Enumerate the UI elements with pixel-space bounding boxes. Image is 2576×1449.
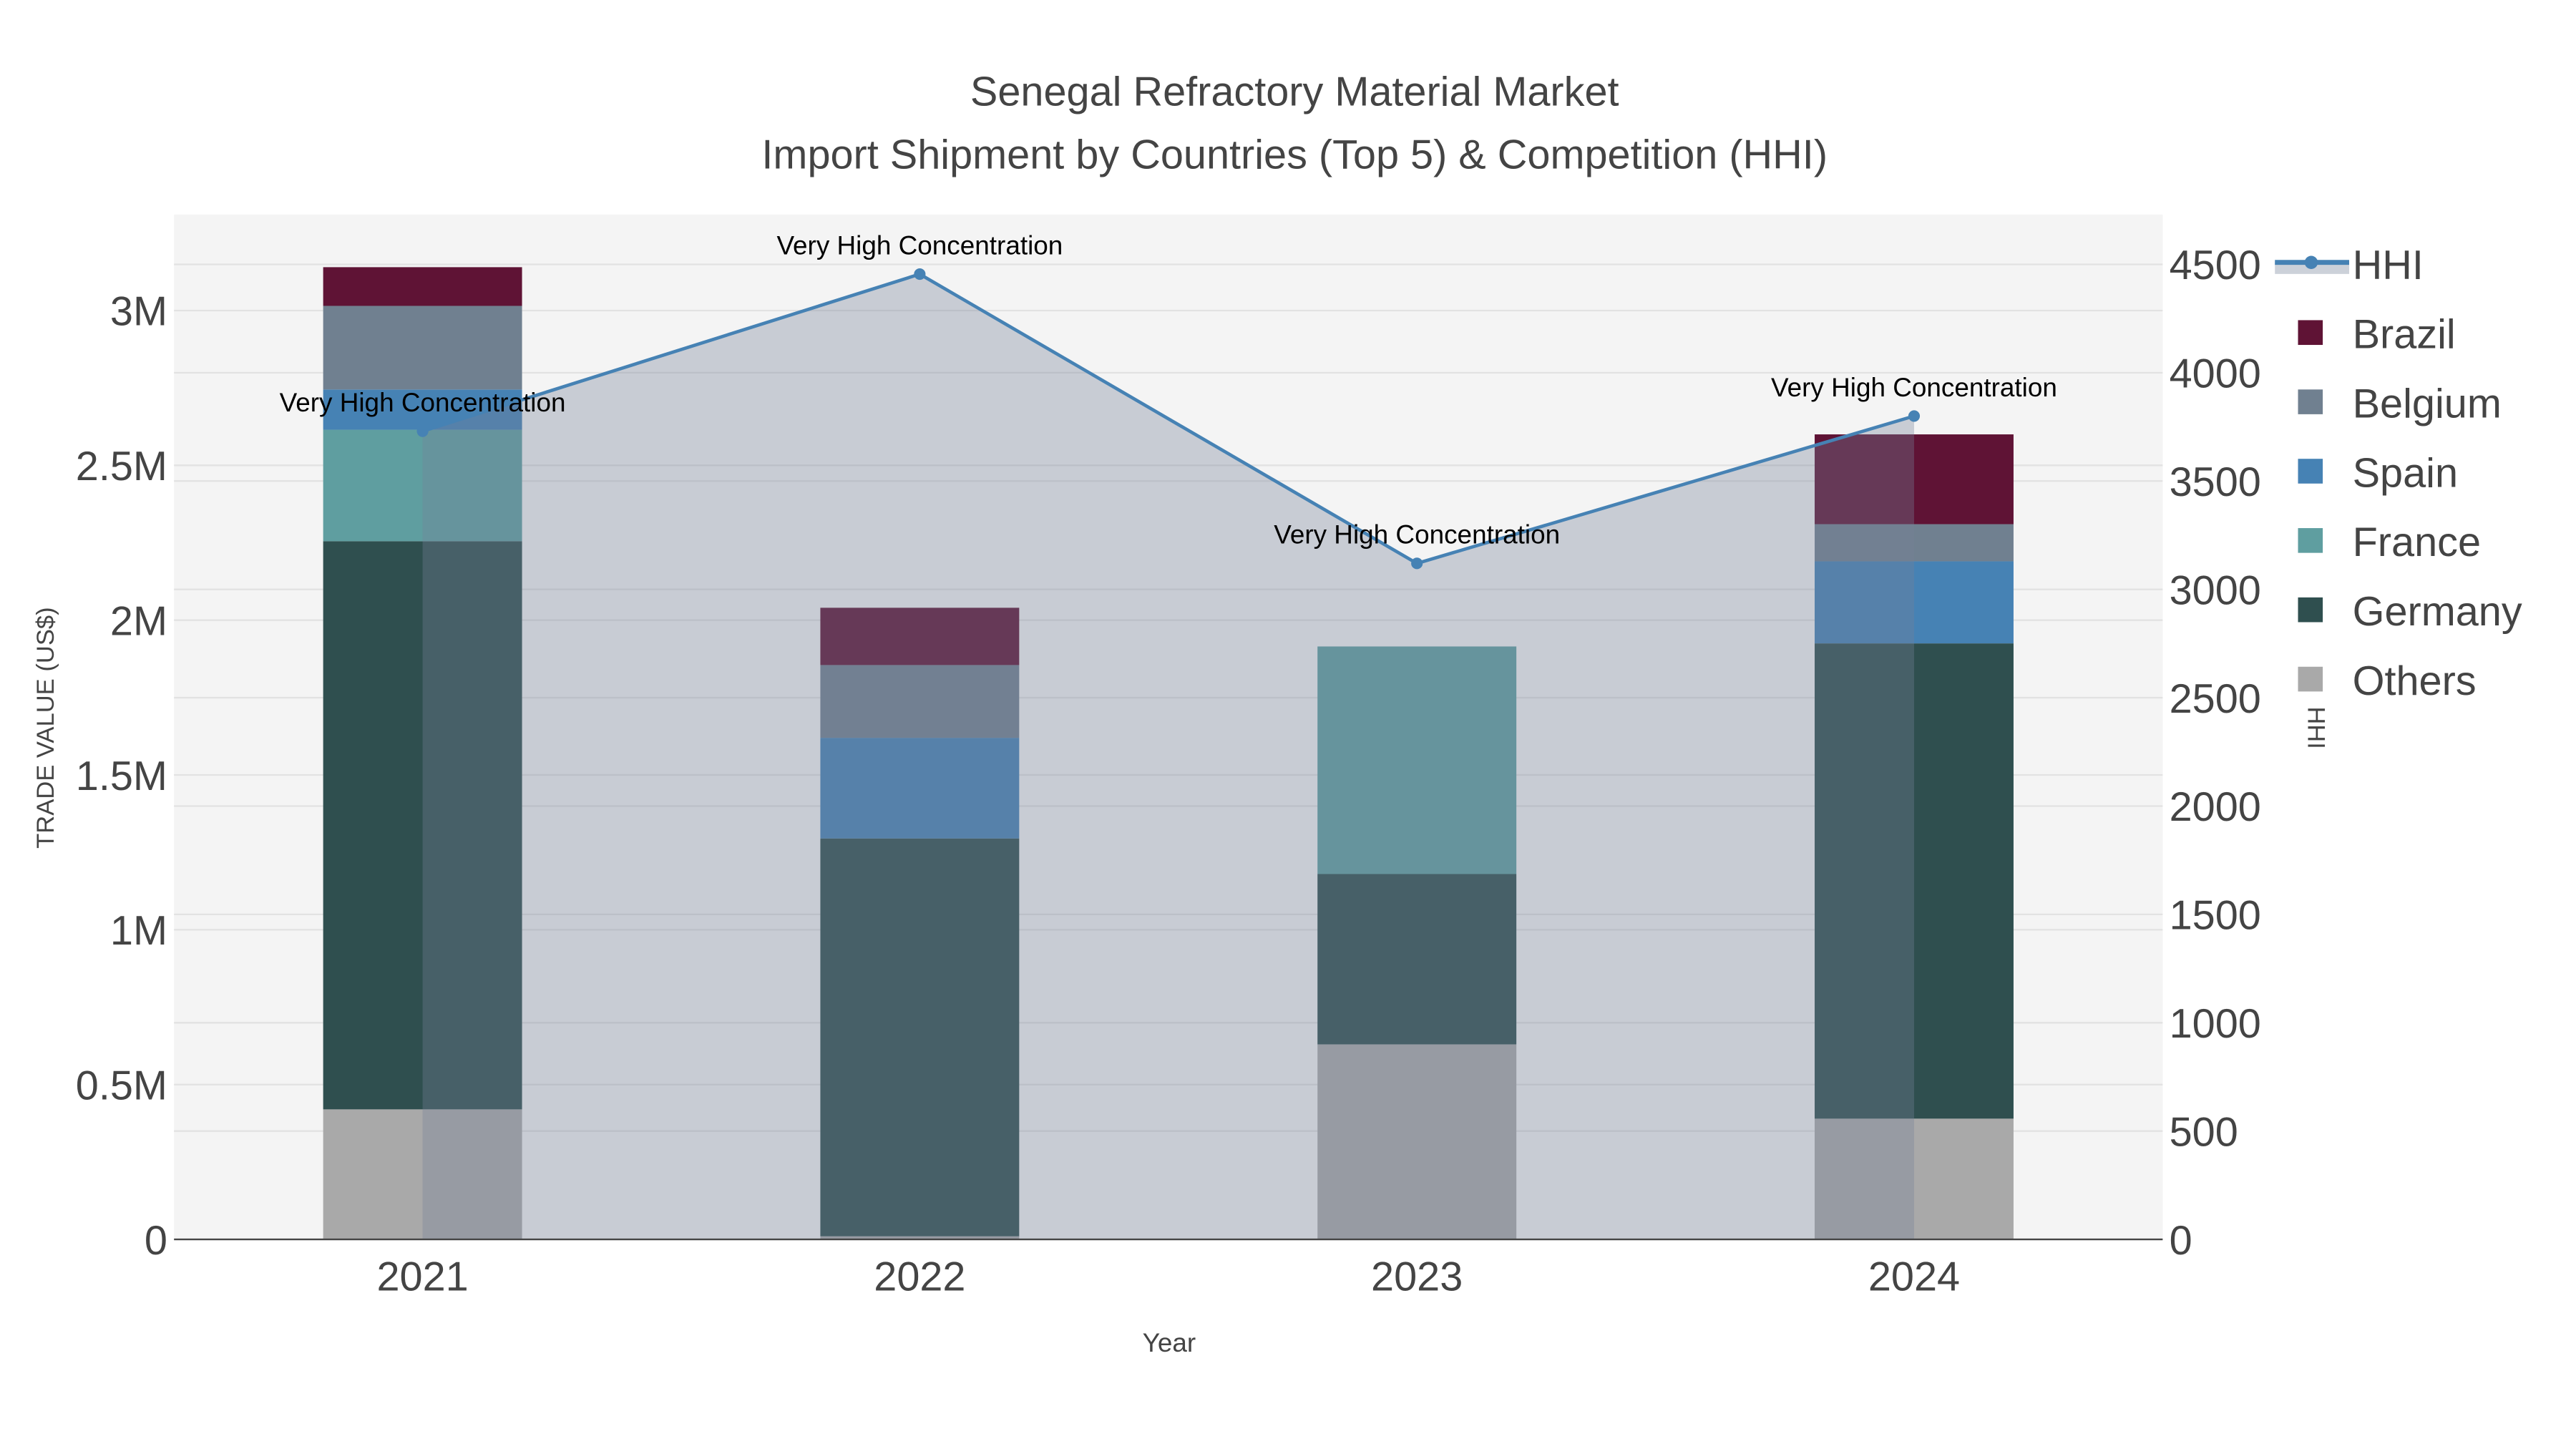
y-tick-label: 3M [110,289,167,335]
y2-tick-label: 4000 [2170,351,2261,397]
legend-label-spain: Spain [2353,450,2458,496]
chart: Very High Concentration Very High Concent… [1,0,2575,1449]
legend-swatch-belgium [2298,389,2323,414]
legend-swatch-germany [2298,597,2323,623]
legend-swatch-france [2298,528,2323,553]
chart-title-line1: Senegal Refractory Material Market [970,69,1619,115]
chart-title-line2: Import Shipment by Countries (Top 5) & C… [761,132,1828,177]
y2-tick-label: 3500 [2170,459,2261,505]
legend-label-hhi: HHI [2353,243,2424,288]
y2-tick-label: 4500 [2170,243,2261,288]
y2-axis-label: HHI [2302,706,2329,749]
legend-label-belgium: Belgium [2353,381,2502,427]
legend-hhi-marker [2304,255,2318,269]
hhi-point-2024 [1908,410,1921,422]
y-axis-label: TRADE VALUE (US$) [32,607,59,849]
legend-label-brazil: Brazil [2353,312,2456,358]
y-tick-label: 0.5M [76,1063,167,1108]
bar-brazil-2021 [323,267,522,306]
y-tick-label: 0 [145,1218,167,1264]
hhi-annotation: Very High Concentration [1771,373,2057,402]
legend-swatch-spain [2298,459,2323,484]
x-tick-label: 2023 [1371,1254,1463,1300]
legend-label-france: France [2353,519,2481,565]
x-tick-label: 2021 [376,1254,468,1300]
hhi-annotation: Very High Concentration [280,388,566,417]
y-tick-label: 2M [110,598,167,644]
x-axis-label: Year [1143,1328,1196,1357]
hhi-annotation: Very High Concentration [776,230,1063,260]
x-tick-label: 2024 [1868,1254,1960,1300]
hhi-point-2023 [1411,557,1423,570]
y2-tick-label: 500 [2170,1109,2238,1155]
y2-tick-label: 0 [2170,1218,2192,1264]
y-tick-label: 1.5M [76,753,167,799]
y2-tick-label: 2000 [2170,784,2261,830]
hhi-point-2021 [416,425,429,437]
hhi-annotation: Very High Concentration [1274,520,1560,550]
y2-tick-label: 3000 [2170,567,2261,613]
y2-tick-label: 1500 [2170,893,2261,939]
legend-swatch-brazil [2298,320,2323,346]
hhi-point-2022 [914,268,926,280]
y2-tick-label: 1000 [2170,1001,2261,1047]
legend-label-germany: Germany [2353,589,2522,635]
legend-label-others: Others [2353,658,2477,704]
y-tick-label: 2.5M [76,444,167,489]
y-tick-label: 1M [110,908,167,954]
x-tick-label: 2022 [874,1254,965,1300]
legend-swatch-others [2298,666,2323,692]
bar-belgium-2021 [323,306,522,390]
y2-tick-label: 2500 [2170,676,2261,722]
